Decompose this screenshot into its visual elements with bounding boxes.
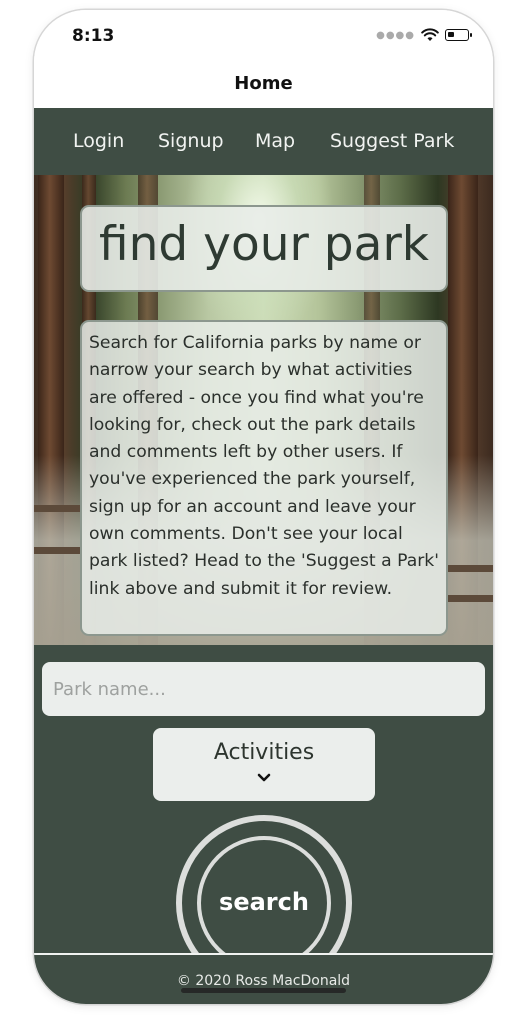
description-box: Search for California parks by name or n… [80, 320, 448, 636]
page-title: Home [234, 73, 293, 94]
nav-link-map[interactable]: Map [255, 130, 295, 152]
status-time: 8:13 [72, 26, 115, 46]
signal-dots-icon: ●●●● [376, 29, 415, 41]
nav-link-signup[interactable]: Signup [158, 130, 224, 152]
park-name-input[interactable] [42, 662, 485, 716]
activities-dropdown-button[interactable]: Activities [153, 728, 375, 801]
nav-link-login[interactable]: Login [73, 130, 124, 152]
hero-title-box: find your park [80, 205, 448, 292]
nav-link-suggest-park[interactable]: Suggest Park [330, 130, 454, 152]
hero-title: find your park [99, 217, 429, 272]
activities-label: Activities [213, 740, 315, 765]
description-text: Search for California parks by name or n… [89, 333, 439, 599]
app-nav: Login Signup Map Suggest Park [34, 108, 493, 175]
search-section: Activities search [34, 645, 493, 953]
battery-level [448, 32, 454, 37]
search-label: search [219, 888, 309, 916]
copyright-text: © 2020 Ross MacDonald [176, 973, 351, 989]
hero-section: find your park Search for California par… [34, 175, 493, 645]
home-indicator[interactable] [181, 988, 346, 993]
status-bar: 8:13 ●●●● [34, 10, 493, 66]
footer: © 2020 Ross MacDonald [34, 953, 493, 1004]
navigation-bar: Home [34, 66, 493, 109]
battery-icon [445, 29, 472, 41]
status-icons: ●●●● [376, 28, 472, 42]
wifi-icon [421, 28, 439, 41]
chevron-down-icon [257, 773, 271, 782]
phone-screen: 8:13 ●●●● Home Login Signup Map Suggest … [34, 10, 493, 1004]
